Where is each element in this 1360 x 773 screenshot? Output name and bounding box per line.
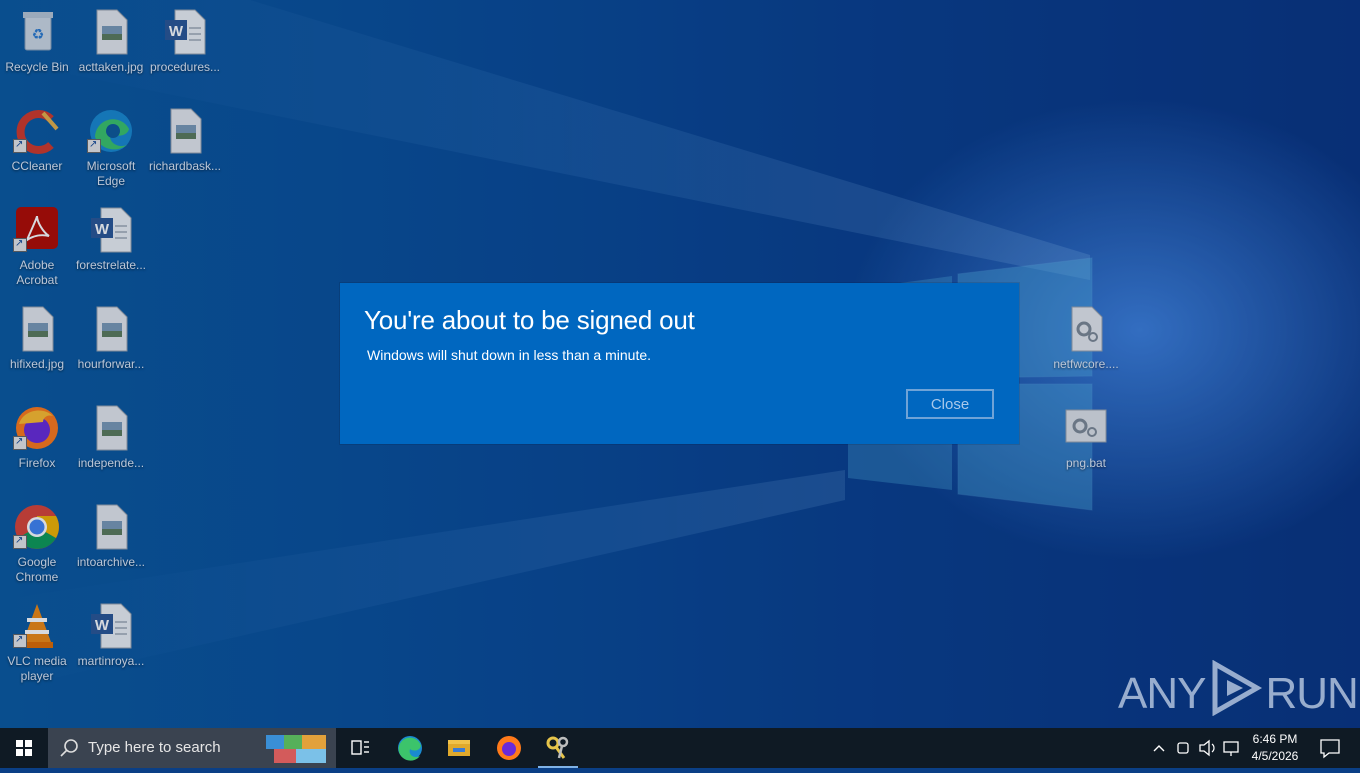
taskbar-firefox[interactable]: [485, 728, 533, 768]
notification-center-button[interactable]: [1306, 728, 1354, 768]
taskbar-keys-tool[interactable]: [534, 728, 582, 768]
close-button[interactable]: Close: [906, 389, 994, 419]
firefox-icon: [497, 736, 521, 760]
watermark-text-any: ANY: [1118, 669, 1206, 718]
taskbar: Type here to search 6:46 PM 4/5/2026: [0, 728, 1360, 768]
dialog-title: You're about to be signed out: [364, 305, 695, 335]
dialog-message: Windows will shut down in less than a mi…: [367, 347, 652, 363]
play-logo-icon: [1212, 659, 1263, 717]
tray-icons: [1153, 739, 1239, 757]
meet-now-icon: [1177, 742, 1189, 754]
chevron-up-icon: [1153, 745, 1165, 752]
watermark-text-run: RUN: [1265, 669, 1358, 718]
start-button[interactable]: [0, 728, 48, 768]
clock-time: 6:46 PM: [1252, 732, 1298, 746]
volume-icon: [1199, 739, 1210, 757]
edge-icon: [398, 736, 422, 761]
windows-start-icon: [16, 740, 32, 756]
taskbar-search-box[interactable]: Type here to search: [48, 728, 336, 768]
search-placeholder: Type here to search: [88, 739, 221, 756]
anyrun-watermark: ANY RUN: [1118, 659, 1359, 720]
task-view-button[interactable]: [336, 728, 384, 768]
system-tray: [1146, 728, 1244, 768]
taskbar-clock[interactable]: 6:46 PM 4/5/2026: [1244, 731, 1306, 765]
keys-tool-icon: [546, 736, 569, 759]
clock-date: 4/5/2026: [1251, 749, 1299, 763]
search-icon: [60, 739, 78, 757]
taskbar-edge[interactable]: [386, 728, 434, 768]
network-icon: [1223, 741, 1239, 753]
notification-icon: [1320, 739, 1340, 759]
task-view-icon: [351, 740, 369, 755]
taskbar-file-explorer[interactable]: [435, 728, 483, 768]
file-explorer-icon: [448, 740, 470, 756]
search-highlight-image-icon: [266, 735, 326, 763]
signout-dialog: You're about to be signed out Windows wi…: [340, 283, 1019, 444]
